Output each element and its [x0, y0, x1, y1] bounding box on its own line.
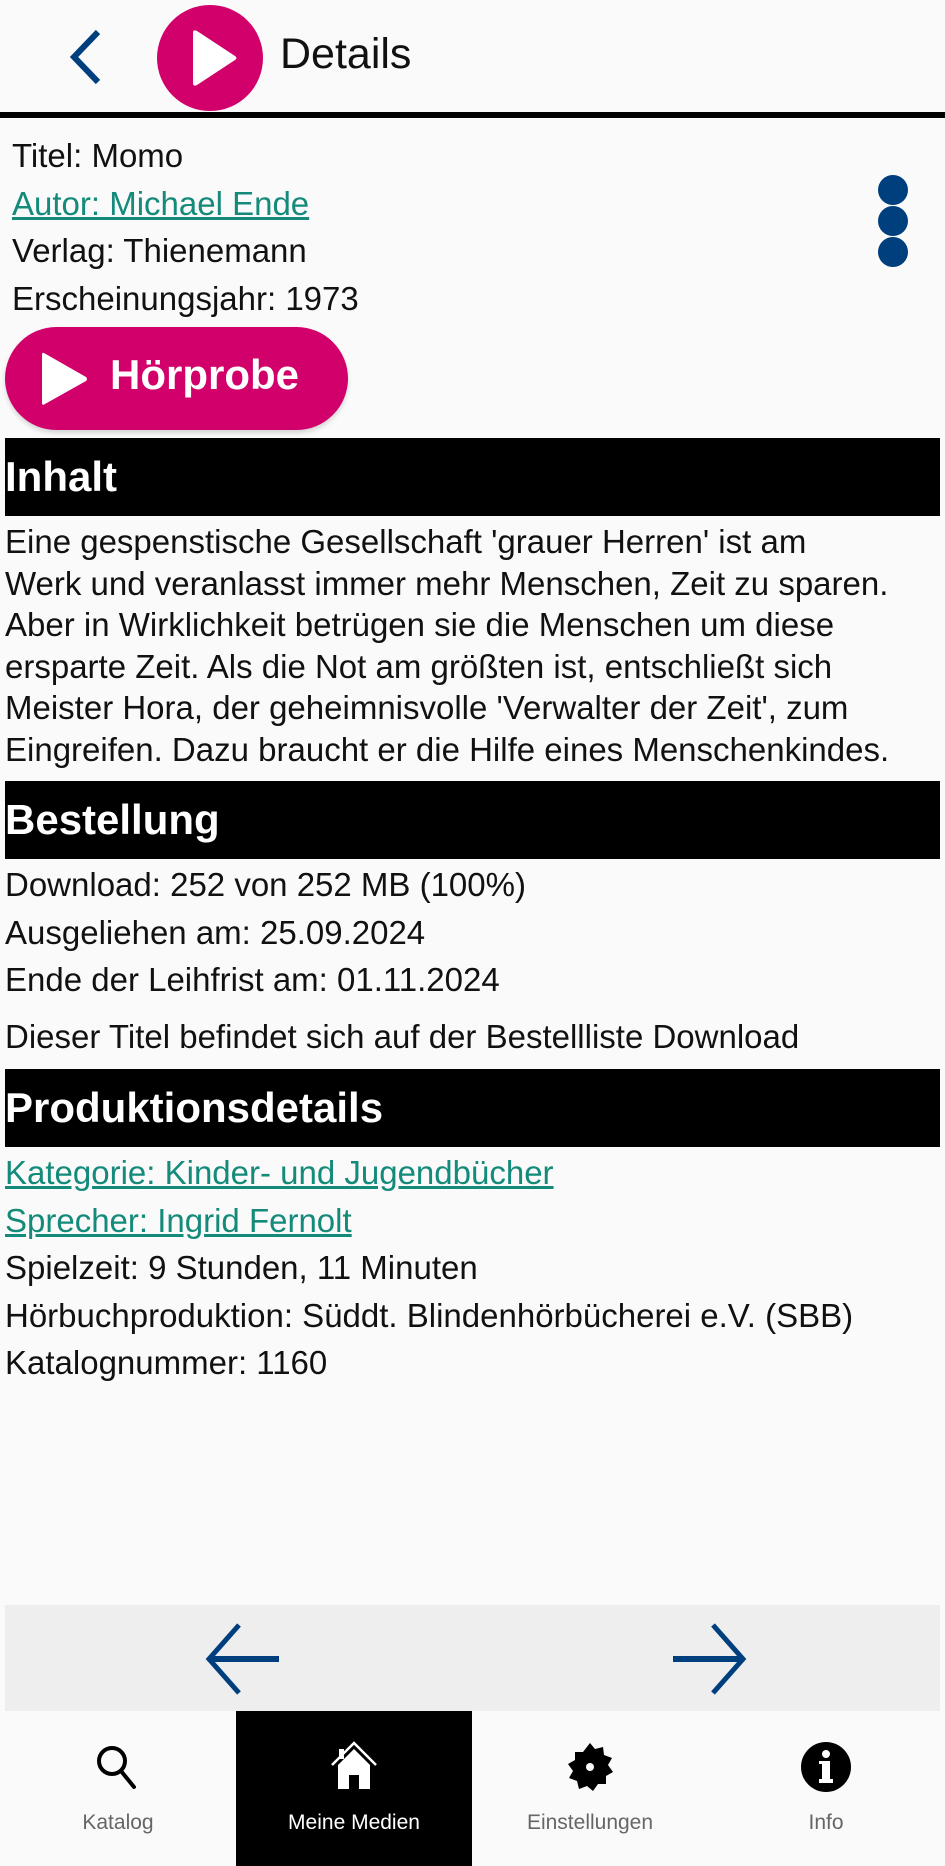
description-line: Eingreifen. Dazu braucht er die Hilfe ei… — [5, 730, 890, 768]
section-heading-production: Produktionsdetails — [5, 1069, 940, 1147]
previous-button[interactable] — [203, 1623, 283, 1695]
description-line: Aber in Wirklichkeit betrügen sie die Me… — [5, 606, 835, 643]
play-circle-icon — [157, 5, 263, 111]
tab-label: Meine Medien — [288, 1811, 420, 1834]
publisher: Verlag: Thienemann — [12, 232, 307, 269]
more-vertical-icon-dot — [878, 237, 908, 267]
book-info: Titel: Momo Autor: Michael Ende Verlag: … — [12, 132, 359, 322]
tab-label: Einstellungen — [526, 1811, 654, 1834]
category-link[interactable]: Kategorie: Kinder- und Jugendbücher — [5, 1149, 940, 1197]
page-title: Details — [280, 30, 412, 78]
description-line: Meister Hora, der geheimnisvolle 'Verwal… — [5, 689, 849, 726]
audio-preview-label: Hörprobe — [110, 351, 299, 398]
tab-katalog[interactable]: Katalog — [0, 1711, 236, 1866]
publication-year: Erscheinungsjahr: 1973 — [12, 279, 359, 317]
play-icon — [42, 352, 87, 405]
book-title: Titel: Momo — [12, 137, 184, 174]
description-line: Werk und veranlasst immer mehr Menschen,… — [5, 564, 889, 602]
due-date: Ende der Leihfrist am: 01.11.2024 — [5, 961, 500, 998]
download-status: Download: 252 von 252 MB (100%) — [5, 866, 526, 903]
pager-bar — [5, 1605, 940, 1711]
description-line: ersparte Zeit. Als die Not am größten is… — [5, 647, 833, 685]
author-link[interactable]: Autor: Michael Ende — [12, 180, 359, 228]
app-header: Details — [0, 0, 945, 118]
next-button[interactable] — [669, 1623, 749, 1695]
production-details: Kategorie: Kinder- und Jugendbücher Spre… — [5, 1149, 940, 1387]
order-list-note: Dieser Titel befindet sich auf der Beste… — [5, 1017, 800, 1055]
gear-icon — [568, 1743, 613, 1791]
section-heading-order: Bestellung — [5, 781, 940, 859]
tab-info[interactable]: Info — [708, 1711, 944, 1866]
arrow-left-icon — [205, 1623, 279, 1695]
audio-preview-button[interactable]: Hörprobe — [5, 327, 348, 430]
order-details: Download: 252 von 252 MB (100%) Ausgelie… — [5, 861, 940, 1060]
search-icon — [97, 1746, 136, 1789]
home-icon — [331, 1741, 377, 1789]
description-line: Eine gespenstische Gesellschaft 'grauer … — [5, 523, 807, 560]
arrow-right-icon — [673, 1623, 747, 1695]
back-button[interactable] — [60, 26, 112, 88]
catalog-number: Katalognummer: 1160 — [5, 1344, 328, 1381]
bottom-navigation: Katalog Meine Medien Einstellungen Info — [0, 1711, 945, 1866]
tab-label: Info — [808, 1811, 844, 1834]
runtime: Spielzeit: 9 Stunden, 11 Minuten — [5, 1249, 478, 1286]
borrowed-date: Ausgeliehen am: 25.09.2024 — [5, 913, 426, 951]
tab-einstellungen[interactable]: Einstellungen — [472, 1711, 708, 1866]
tab-label: Katalog — [82, 1811, 154, 1834]
section-heading-content: Inhalt — [5, 438, 940, 516]
more-options-button[interactable] — [872, 175, 914, 275]
more-vertical-icon-dot — [878, 206, 908, 236]
content-description: Eine gespenstische Gesellschaft 'grauer … — [5, 521, 940, 770]
narrator-link[interactable]: Sprecher: Ingrid Fernolt — [5, 1197, 940, 1245]
more-vertical-icon-dot — [878, 175, 908, 205]
producer: Hörbuchproduktion: Süddt. Blindenhörbüch… — [5, 1296, 854, 1334]
tab-meine-medien[interactable]: Meine Medien — [236, 1711, 472, 1866]
info-icon — [801, 1742, 851, 1792]
chevron-left-icon — [69, 29, 101, 85]
